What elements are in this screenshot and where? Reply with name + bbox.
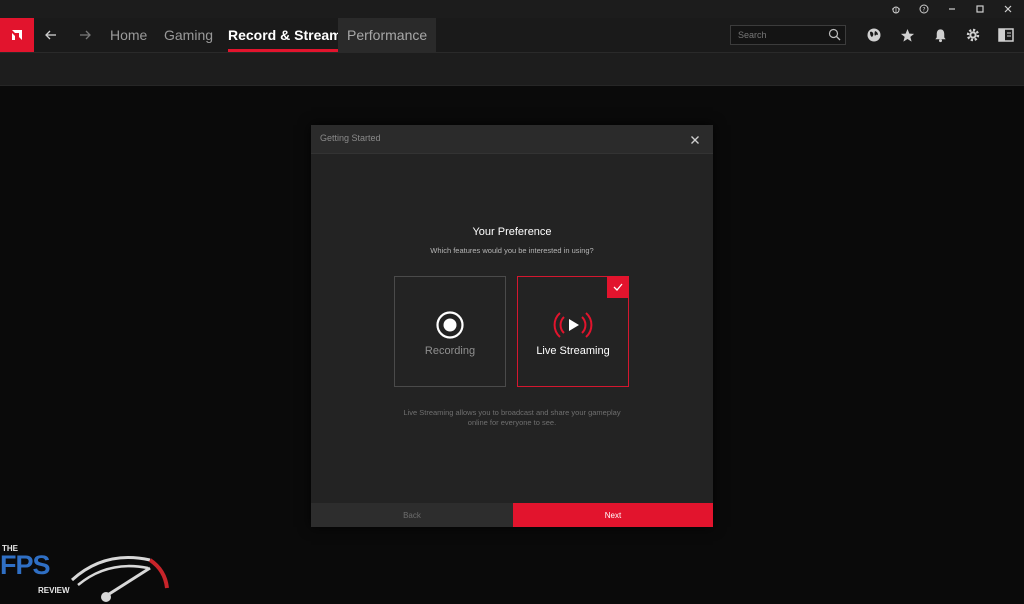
amd-logo-icon [12, 30, 22, 40]
back-arrow-icon[interactable] [34, 18, 68, 52]
dialog-close-icon[interactable] [689, 133, 701, 145]
svg-text:?: ? [922, 7, 925, 14]
dialog-header: Getting Started [311, 125, 713, 154]
window-close-icon[interactable] [994, 1, 1022, 17]
sidebar-panel-icon[interactable] [989, 18, 1023, 52]
option-label-live-streaming: Live Streaming [536, 345, 610, 357]
option-label-recording: Recording [424, 345, 476, 357]
help-icon[interactable]: ? [910, 1, 938, 17]
search-input[interactable] [731, 26, 830, 44]
option-card-live-streaming[interactable]: Live Streaming [517, 276, 629, 387]
gear-icon[interactable] [956, 18, 990, 52]
search-box [730, 25, 846, 45]
watermark-fps: FPS [0, 550, 51, 580]
amd-logo[interactable] [0, 18, 34, 52]
preference-subheading: Which features would you be interested i… [430, 246, 594, 255]
search-icon[interactable] [828, 28, 841, 46]
tab-gaming[interactable]: Gaming [155, 18, 222, 52]
option-description: Live Streaming allows you to broadcast a… [403, 408, 621, 427]
watermark-review: REVIEW [38, 586, 70, 595]
back-button[interactable]: Back [311, 503, 513, 527]
tab-home[interactable]: Home [101, 18, 156, 52]
getting-started-dialog: Getting Started Your Preference Which fe… [311, 125, 713, 527]
globe-icon[interactable] [857, 18, 891, 52]
forward-arrow-icon[interactable] [68, 18, 102, 52]
live-stream-icon [518, 310, 628, 340]
dialog-title: Getting Started [320, 133, 381, 143]
fps-review-watermark: THE FPS REVIEW [0, 540, 175, 604]
checkmark-icon [607, 276, 629, 298]
star-icon[interactable] [890, 18, 924, 52]
nav-bar: Home Gaming Record & Stream Performance [0, 18, 1024, 53]
tab-record-stream[interactable]: Record & Stream [219, 18, 351, 52]
record-icon [395, 310, 505, 340]
next-button[interactable]: Next [513, 503, 713, 527]
title-bar: ? [0, 0, 1024, 18]
preference-heading: Your Preference [472, 226, 552, 238]
bell-icon[interactable] [923, 18, 957, 52]
bug-report-icon[interactable] [882, 1, 910, 17]
sub-toolbar [0, 53, 1024, 86]
option-card-recording[interactable]: Recording [394, 276, 506, 387]
tab-performance[interactable]: Performance [338, 18, 437, 52]
maximize-icon[interactable] [966, 1, 994, 17]
minimize-icon[interactable] [938, 1, 966, 17]
